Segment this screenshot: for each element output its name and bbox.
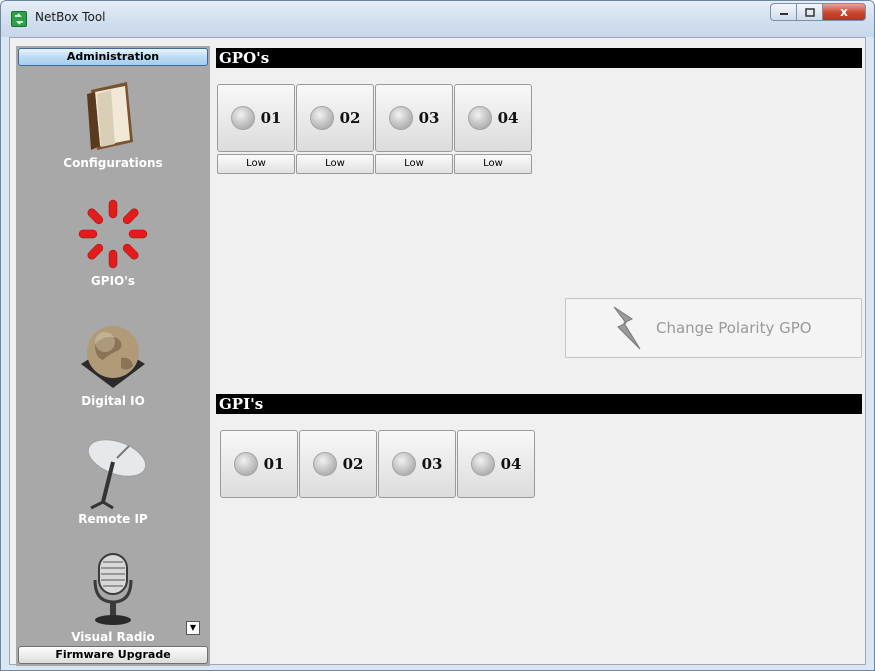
gpo-state-button-02[interactable]: Low xyxy=(296,154,374,174)
change-polarity-gpo-button[interactable]: Change Polarity GPO xyxy=(565,298,862,358)
gpo-number: 03 xyxy=(418,109,440,127)
sidebar-item-configurations[interactable]: Configurations xyxy=(16,76,210,170)
gpi-number: 01 xyxy=(263,455,285,473)
sidebar-item-label: Digital IO xyxy=(81,394,145,408)
sidebar: Administration Configurations GPIO's Dig… xyxy=(16,46,210,666)
gpo-number: 01 xyxy=(260,109,282,127)
app-window: NetBox Tool x Administration Configurati… xyxy=(0,0,875,671)
gpi-group: 01 02 03 04 xyxy=(220,430,536,498)
title-bar[interactable]: NetBox Tool x xyxy=(1,1,874,37)
change-polarity-label: Change Polarity GPO xyxy=(656,319,812,337)
gpo-button-02[interactable]: 02 xyxy=(296,84,374,152)
sidebar-item-label: Configurations xyxy=(63,156,163,170)
minimize-button[interactable] xyxy=(770,3,796,21)
app-logo-icon xyxy=(11,11,27,27)
gpi-channel: 04 xyxy=(457,430,535,498)
sidebar-item-digital-io[interactable]: Digital IO xyxy=(16,314,210,408)
gpo-state-button-03[interactable]: Low xyxy=(375,154,453,174)
gpi-number: 02 xyxy=(342,455,364,473)
sidebar-footer-firmware-upgrade[interactable]: Firmware Upgrade xyxy=(18,646,208,664)
gpi-channel: 02 xyxy=(299,430,377,498)
globe-icon xyxy=(81,326,145,388)
gpo-state-button-04[interactable]: Low xyxy=(454,154,532,174)
led-indicator-icon xyxy=(467,106,492,130)
led-indicator-icon xyxy=(470,452,495,476)
gpi-button-01[interactable]: 01 xyxy=(220,430,298,498)
gpi-channel: 03 xyxy=(378,430,456,498)
sidebar-item-label: Visual Radio xyxy=(71,630,155,644)
sidebar-item-gpios[interactable]: GPIO's xyxy=(16,194,210,288)
gpo-button-04[interactable]: 04 xyxy=(454,84,532,152)
gpo-channel: 04 Low xyxy=(454,84,532,174)
gpo-channel: 03 Low xyxy=(375,84,453,174)
gpo-number: 02 xyxy=(339,109,361,127)
gpi-channel: 01 xyxy=(220,430,298,498)
gpo-state-button-01[interactable]: Low xyxy=(217,154,295,174)
gpi-button-02[interactable]: 02 xyxy=(299,430,377,498)
gpi-button-04[interactable]: 04 xyxy=(457,430,535,498)
sidebar-scroll-down-button[interactable]: ▼ xyxy=(186,621,200,635)
sidebar-item-label: GPIO's xyxy=(90,274,136,288)
microphone-icon xyxy=(93,553,133,625)
maximize-button[interactable] xyxy=(796,3,822,21)
window-title: NetBox Tool xyxy=(35,10,106,24)
satellite-dish-icon xyxy=(87,439,147,510)
gpi-button-03[interactable]: 03 xyxy=(378,430,456,498)
window-controls: x xyxy=(770,3,866,21)
sidebar-item-visual-radio[interactable]: Visual Radio xyxy=(16,550,210,644)
sidebar-item-remote-ip[interactable]: Remote IP xyxy=(16,432,210,526)
client-area: Administration Configurations GPIO's Dig… xyxy=(9,37,866,666)
led-indicator-icon xyxy=(312,452,337,476)
led-indicator-icon xyxy=(233,452,258,476)
gpo-section-header: GPO's xyxy=(216,48,862,68)
lightning-icon xyxy=(613,306,641,350)
spinner-icon xyxy=(78,199,148,269)
gpi-number: 04 xyxy=(500,455,522,473)
led-indicator-icon xyxy=(230,106,255,130)
close-button[interactable]: x xyxy=(822,3,866,21)
gpo-group: 01 Low 02 Low 03 Low 04 Low xyxy=(217,84,533,174)
gpo-number: 04 xyxy=(497,109,519,127)
close-icon: x xyxy=(840,5,848,19)
gpo-button-01[interactable]: 01 xyxy=(217,84,295,152)
maximize-icon xyxy=(804,7,815,17)
sidebar-item-label: Remote IP xyxy=(78,512,148,526)
gpo-button-03[interactable]: 03 xyxy=(375,84,453,152)
led-indicator-icon xyxy=(309,106,334,130)
sidebar-header-administration[interactable]: Administration xyxy=(18,48,208,66)
book-icon xyxy=(87,82,133,150)
gpo-channel: 01 Low xyxy=(217,84,295,174)
chevron-down-icon: ▼ xyxy=(189,623,197,632)
gpo-channel: 02 Low xyxy=(296,84,374,174)
led-indicator-icon xyxy=(391,452,416,476)
gpi-section-header: GPI's xyxy=(216,394,862,414)
minimize-icon xyxy=(779,13,788,15)
led-indicator-icon xyxy=(388,106,413,130)
gpi-number: 03 xyxy=(421,455,443,473)
